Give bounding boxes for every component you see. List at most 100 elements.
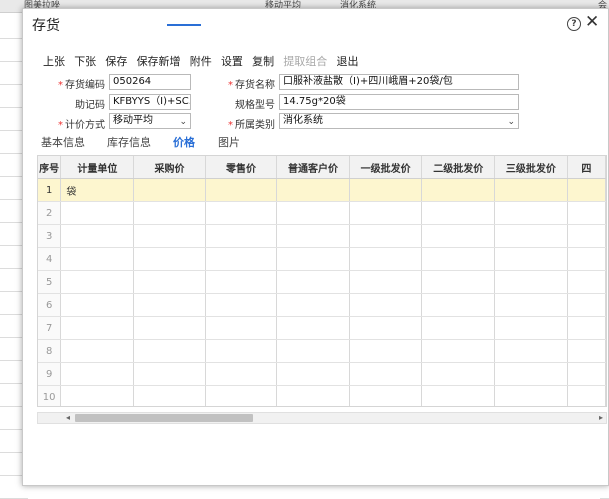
- price-cell[interactable]: [494, 385, 568, 406]
- price-cell[interactable]: [567, 385, 606, 406]
- row-number-cell[interactable]: 3: [38, 224, 62, 248]
- spec-field[interactable]: 14.75g*20袋: [279, 94, 519, 110]
- toolbar-attachment-button[interactable]: 附件: [190, 53, 212, 69]
- scroll-left-icon[interactable]: ◂: [66, 413, 70, 423]
- price-cell[interactable]: [567, 178, 606, 202]
- row-number-cell[interactable]: 5: [38, 270, 62, 294]
- price-cell[interactable]: [205, 201, 278, 225]
- row-number-cell[interactable]: 2: [38, 201, 62, 225]
- price-cell[interactable]: [349, 201, 423, 225]
- price-cell[interactable]: [205, 385, 278, 406]
- category-select[interactable]: 消化系统 ⌄: [279, 113, 519, 129]
- price-cell[interactable]: [421, 247, 496, 271]
- price-cell[interactable]: [421, 385, 496, 406]
- price-cell[interactable]: [349, 385, 423, 406]
- price-cell[interactable]: [567, 362, 606, 386]
- unit-cell[interactable]: 袋: [60, 178, 135, 202]
- unit-cell[interactable]: [60, 247, 135, 271]
- row-number-cell[interactable]: 6: [38, 293, 62, 317]
- table-row[interactable]: 10: [38, 385, 606, 406]
- price-cell[interactable]: [567, 201, 606, 225]
- price-cell[interactable]: [133, 270, 206, 294]
- price-cell[interactable]: [133, 247, 206, 271]
- price-cell[interactable]: [276, 201, 350, 225]
- price-cell[interactable]: [349, 362, 423, 386]
- price-cell[interactable]: [567, 293, 606, 317]
- unit-cell[interactable]: [60, 339, 135, 363]
- table-row[interactable]: 6: [38, 293, 606, 317]
- price-cell[interactable]: [421, 293, 496, 317]
- toolbar-extract-combo-button[interactable]: 提取组合: [283, 53, 327, 69]
- price-cell[interactable]: [567, 224, 606, 248]
- price-cell[interactable]: [349, 247, 423, 271]
- row-number-cell[interactable]: 8: [38, 339, 62, 363]
- price-cell[interactable]: [494, 362, 568, 386]
- unit-cell[interactable]: [60, 224, 135, 248]
- price-cell[interactable]: [205, 293, 278, 317]
- price-cell[interactable]: [133, 293, 206, 317]
- code-field[interactable]: 050264: [109, 74, 191, 90]
- price-cell[interactable]: [349, 293, 423, 317]
- toolbar-next-button[interactable]: 下张: [74, 53, 96, 69]
- price-cell[interactable]: [205, 247, 278, 271]
- table-row[interactable]: 2: [38, 201, 606, 225]
- row-number-cell[interactable]: 7: [38, 316, 62, 340]
- valuation-select[interactable]: 移动平均 ⌄: [109, 113, 191, 129]
- row-number-cell[interactable]: 4: [38, 247, 62, 271]
- price-cell[interactable]: [421, 362, 496, 386]
- table-row[interactable]: 4: [38, 247, 606, 271]
- scroll-right-icon[interactable]: ▸: [599, 413, 603, 423]
- help-icon[interactable]: ?: [567, 17, 581, 31]
- price-cell[interactable]: [276, 247, 350, 271]
- price-cell[interactable]: [133, 224, 206, 248]
- price-cell[interactable]: [276, 385, 350, 406]
- price-cell[interactable]: [349, 270, 423, 294]
- table-row[interactable]: 7: [38, 316, 606, 340]
- price-cell[interactable]: [133, 316, 206, 340]
- toolbar-settings-button[interactable]: 设置: [221, 53, 243, 69]
- toolbar-save-button[interactable]: 保存: [105, 53, 127, 69]
- price-cell[interactable]: [276, 270, 350, 294]
- price-cell[interactable]: [494, 201, 568, 225]
- horizontal-scrollbar[interactable]: ◂ ▸: [37, 412, 607, 424]
- price-cell[interactable]: [567, 247, 606, 271]
- unit-cell[interactable]: [60, 362, 135, 386]
- price-cell[interactable]: [133, 385, 206, 406]
- table-row[interactable]: 1袋: [38, 178, 606, 202]
- toolbar-save-new-button[interactable]: 保存新增: [137, 53, 181, 69]
- price-cell[interactable]: [567, 316, 606, 340]
- tab-image[interactable]: 图片: [218, 134, 240, 150]
- table-row[interactable]: 5: [38, 270, 606, 294]
- price-cell[interactable]: [494, 247, 568, 271]
- row-number-cell[interactable]: 10: [38, 385, 62, 406]
- price-cell[interactable]: [421, 270, 496, 294]
- toolbar-exit-button[interactable]: 退出: [337, 53, 359, 69]
- price-cell[interactable]: [349, 339, 423, 363]
- tab-stock-info[interactable]: 库存信息: [107, 134, 151, 150]
- row-number-cell[interactable]: 9: [38, 362, 62, 386]
- row-number-cell[interactable]: 1: [38, 178, 62, 202]
- price-cell[interactable]: [276, 316, 350, 340]
- price-cell[interactable]: [349, 178, 423, 202]
- price-cell[interactable]: [276, 178, 350, 202]
- price-cell[interactable]: [205, 362, 278, 386]
- toolbar-prev-button[interactable]: 上张: [43, 53, 65, 69]
- price-cell[interactable]: [276, 293, 350, 317]
- price-cell[interactable]: [421, 178, 496, 202]
- price-cell[interactable]: [421, 316, 496, 340]
- name-field[interactable]: 口服补液盐散（I)+四川峨眉+20袋/包: [279, 74, 519, 90]
- table-row[interactable]: 3: [38, 224, 606, 248]
- price-cell[interactable]: [349, 316, 423, 340]
- table-row[interactable]: 8: [38, 339, 606, 363]
- price-cell[interactable]: [421, 224, 496, 248]
- table-row[interactable]: 9: [38, 362, 606, 386]
- price-cell[interactable]: [133, 201, 206, 225]
- price-cell[interactable]: [421, 339, 496, 363]
- price-cell[interactable]: [494, 293, 568, 317]
- price-cell[interactable]: [276, 224, 350, 248]
- price-cell[interactable]: [133, 178, 206, 202]
- tab-basic-info[interactable]: 基本信息: [41, 134, 85, 150]
- price-cell[interactable]: [494, 316, 568, 340]
- price-cell[interactable]: [276, 362, 350, 386]
- unit-cell[interactable]: [60, 385, 135, 406]
